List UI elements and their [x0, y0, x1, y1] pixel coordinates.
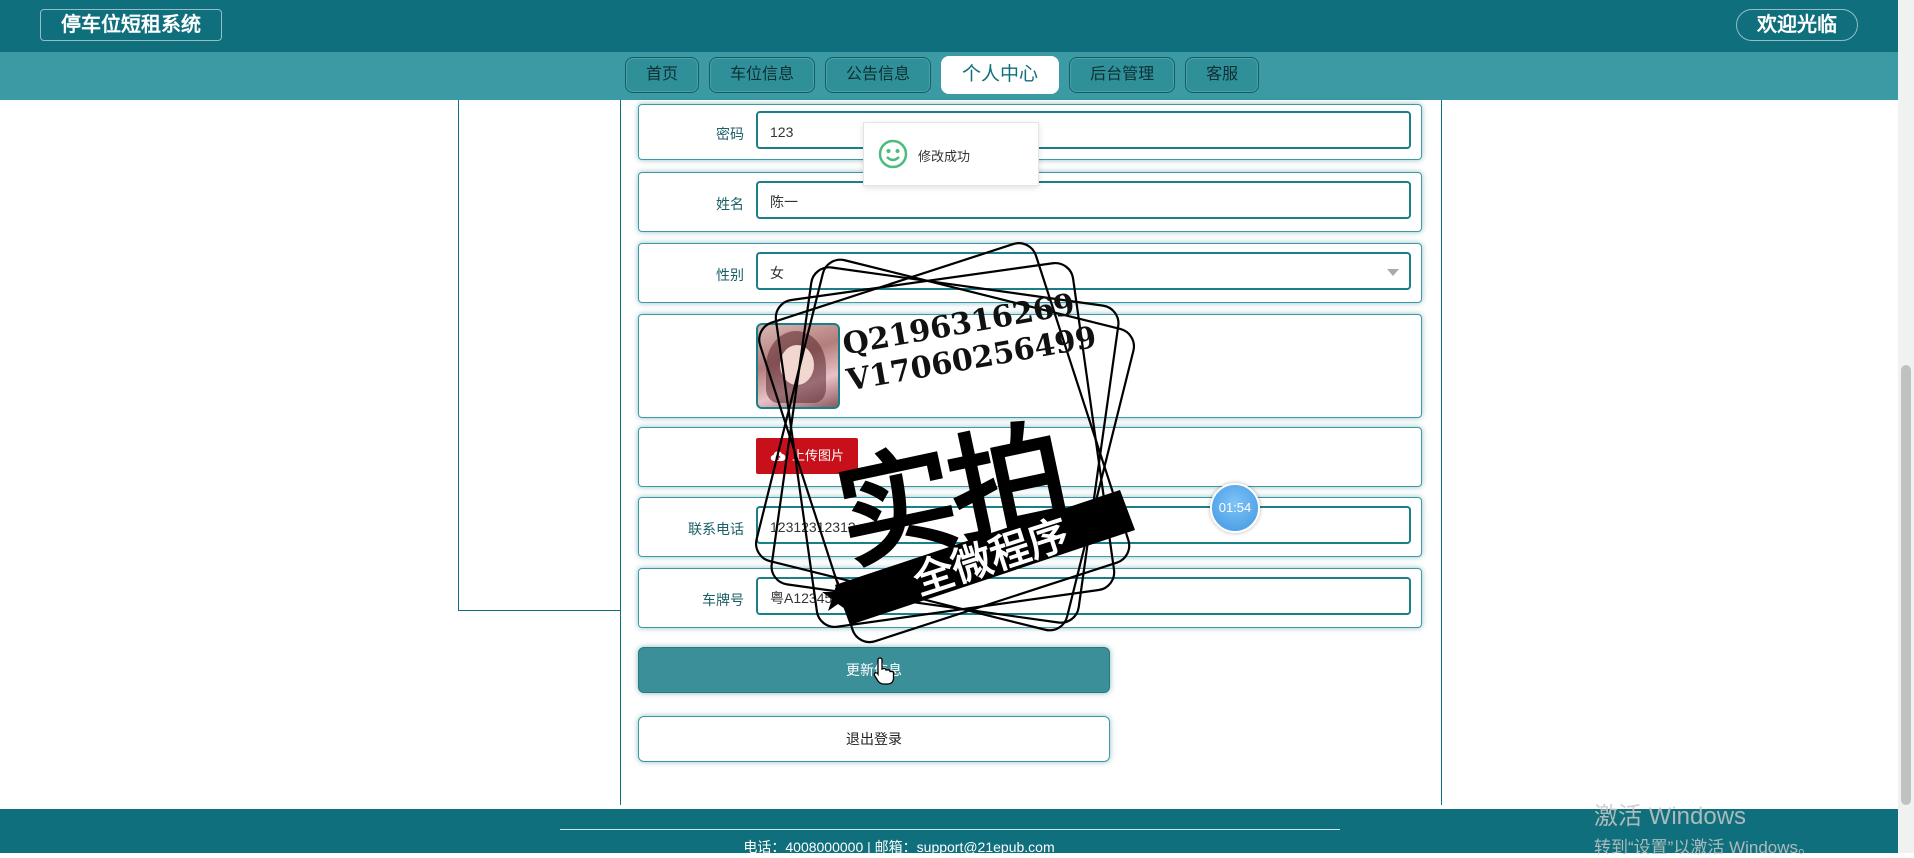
footer-contact: 电话：4008000000 | 邮箱：support@21epub.com: [743, 839, 1055, 855]
plate-input[interactable]: 粤A12345: [756, 577, 1411, 615]
hand-cursor-icon: [873, 657, 895, 685]
windows-activation-notice: 激活 Windows 转到“设置”以激活 Windows。: [1594, 796, 1815, 858]
upload-row: 上传图片: [638, 427, 1422, 487]
nav-personal-center[interactable]: 个人中心: [941, 56, 1060, 94]
phone-input[interactable]: 12312312312: [756, 506, 1411, 544]
success-toast: 修改成功: [863, 122, 1039, 186]
smile-icon: [878, 139, 908, 169]
gender-row: 性别 女: [638, 243, 1422, 303]
upload-label: 上传图片: [792, 448, 845, 463]
plate-row: 车牌号 粤A12345: [638, 568, 1422, 628]
logout-button[interactable]: 退出登录: [638, 716, 1110, 762]
name-input[interactable]: 陈一: [756, 181, 1411, 219]
phone-label: 联系电话: [688, 521, 744, 537]
plate-label: 车牌号: [702, 592, 744, 608]
gender-select[interactable]: 女: [756, 252, 1411, 290]
nav-bar: 首页 车位信息 公告信息 个人中心 后台管理 客服: [0, 52, 1898, 100]
nav-home[interactable]: 首页: [625, 57, 700, 93]
password-label: 密码: [716, 126, 744, 142]
chevron-down-icon: [1387, 269, 1399, 276]
top-header: 停车位短租系统 欢迎光临: [0, 0, 1898, 52]
name-label: 姓名: [716, 196, 744, 212]
activation-title: 激活 Windows: [1594, 803, 1747, 830]
nav-parking-info[interactable]: 车位信息: [709, 57, 816, 93]
timer-badge[interactable]: 01:54: [1210, 483, 1260, 533]
nav-admin[interactable]: 后台管理: [1069, 57, 1176, 93]
cloud-upload-icon: [770, 451, 786, 462]
gender-value: 女: [770, 265, 784, 281]
upload-image-button[interactable]: 上传图片: [756, 438, 859, 474]
left-side-panel: [458, 100, 622, 611]
nav-customer-service[interactable]: 客服: [1185, 57, 1260, 93]
password-input[interactable]: 123: [756, 111, 1411, 149]
footer-divider: [560, 829, 1340, 830]
site-title[interactable]: 停车位短租系统: [40, 9, 222, 41]
nav-announcements[interactable]: 公告信息: [825, 57, 932, 93]
phone-row: 联系电话 12312312312: [638, 497, 1422, 557]
gender-label: 性别: [716, 267, 744, 283]
activation-subtitle: 转到“设置”以激活 Windows。: [1594, 838, 1816, 857]
avatar-row: [638, 314, 1422, 418]
main-nav: 首页 车位信息 公告信息 个人中心 后台管理 客服: [625, 56, 1260, 94]
scrollbar-thumb[interactable]: [1901, 365, 1911, 805]
toast-message: 修改成功: [918, 149, 971, 164]
avatar-image: [756, 323, 840, 409]
welcome-badge: 欢迎光临: [1736, 9, 1858, 41]
page-scrollbar[interactable]: [1898, 0, 1914, 853]
